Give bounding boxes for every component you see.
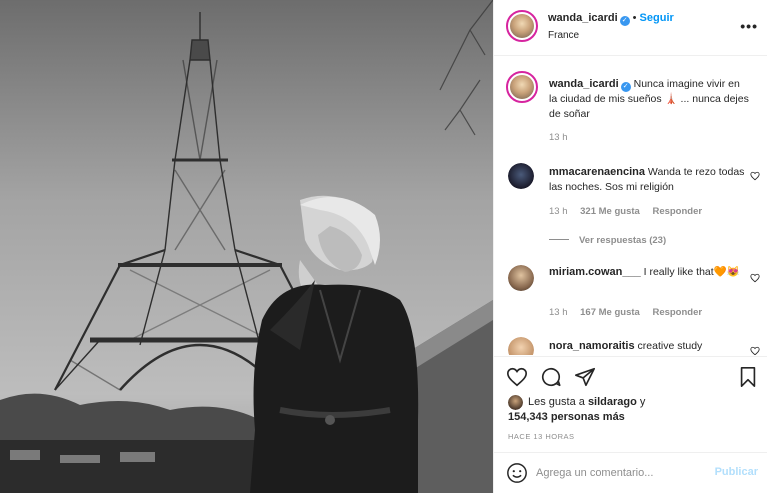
comment-item: miriam.cowan___ I really like that🧡😻 xyxy=(549,265,749,280)
post-photo[interactable] xyxy=(0,0,493,493)
heart-icon[interactable] xyxy=(506,366,528,388)
comment-icon[interactable] xyxy=(540,366,562,388)
likes-summary: Les gusta a sildarago y 154,343 personas… xyxy=(508,395,646,425)
bookmark-icon[interactable] xyxy=(738,366,758,388)
reply-button[interactable]: Responder xyxy=(652,206,702,217)
replies-divider xyxy=(549,239,569,240)
author-username[interactable]: wanda_icardi xyxy=(548,12,618,24)
post-location[interactable]: France xyxy=(548,30,579,41)
comment-text: I really like that🧡😻 xyxy=(643,266,740,278)
caption: wanda_icardi ✓ Nunca imagine vivir en la … xyxy=(549,77,749,121)
view-replies[interactable]: Ver respuestas (23) xyxy=(549,235,666,246)
caption-avatar[interactable] xyxy=(506,71,538,103)
comment-likes[interactable]: 167 Me gusta xyxy=(580,307,640,318)
comment-time[interactable]: 13 h xyxy=(549,307,568,318)
comment-item: nora_namoraitis creative study xyxy=(549,339,749,354)
likes-conj: y xyxy=(639,396,646,408)
author-line: wanda_icardi ✓ • Seguir xyxy=(548,12,674,26)
comment-meta: 13 h 321 Me gusta Responder xyxy=(549,206,712,217)
post-image-eiffel-tower xyxy=(0,0,493,493)
comment-username[interactable]: mmacarenaencina xyxy=(549,166,645,178)
comment-text: creative study xyxy=(637,340,703,352)
add-comment-bar: Publicar xyxy=(494,452,767,493)
reply-button[interactable]: Responder xyxy=(652,307,702,318)
verified-icon: ✓ xyxy=(619,16,630,26)
comment-time[interactable]: 13 h xyxy=(549,206,568,217)
view-replies-label[interactable]: Ver respuestas (23) xyxy=(579,235,666,246)
caption-username[interactable]: wanda_icardi xyxy=(549,78,619,90)
liker-avatar[interactable] xyxy=(508,395,523,410)
follow-button[interactable]: Seguir xyxy=(640,12,674,24)
comment-avatar[interactable] xyxy=(508,265,534,291)
comment-likes[interactable]: 321 Me gusta xyxy=(580,206,640,217)
verified-icon: ✓ xyxy=(620,82,631,92)
comment-item: mmacarenaencina Wanda te rezo todas las … xyxy=(549,165,749,194)
comment-like-heart-icon[interactable] xyxy=(750,346,760,355)
caption-time[interactable]: 13 h xyxy=(549,132,568,143)
comment-like-heart-icon[interactable] xyxy=(750,171,760,181)
likes-prefix: Les gusta a xyxy=(528,396,585,408)
comments-list: wanda_icardi ✓ Nunca imagine vivir en la … xyxy=(494,57,767,355)
comment-username[interactable]: miriam.cowan___ xyxy=(549,266,641,278)
author-avatar[interactable] xyxy=(506,10,538,42)
likes-count[interactable]: 154,343 personas más xyxy=(508,411,625,423)
comment-meta: 13 h 167 Me gusta Responder xyxy=(549,307,712,318)
instagram-post: wanda_icardi ✓ • Seguir France ••• wanda_… xyxy=(0,0,767,493)
comment-username[interactable]: nora_namoraitis xyxy=(549,340,635,352)
publish-button[interactable]: Publicar xyxy=(715,466,758,478)
comment-like-heart-icon[interactable] xyxy=(750,273,760,283)
share-icon[interactable] xyxy=(574,366,596,388)
comment-input[interactable] xyxy=(536,463,696,483)
more-options-icon[interactable]: ••• xyxy=(740,18,758,34)
post-side-panel: wanda_icardi ✓ • Seguir France ••• wanda_… xyxy=(493,0,767,493)
liker-username[interactable]: sildarago xyxy=(588,396,637,408)
post-timestamp[interactable]: HACE 13 HORAS xyxy=(508,432,575,441)
post-header: wanda_icardi ✓ • Seguir France ••• xyxy=(494,0,767,56)
comment-avatar[interactable] xyxy=(508,163,534,189)
caption-meta: 13 h xyxy=(549,132,578,143)
comment-avatar[interactable] xyxy=(508,337,534,355)
emoji-icon[interactable] xyxy=(506,462,528,484)
post-actions: Les gusta a sildarago y 154,343 personas… xyxy=(494,356,767,441)
